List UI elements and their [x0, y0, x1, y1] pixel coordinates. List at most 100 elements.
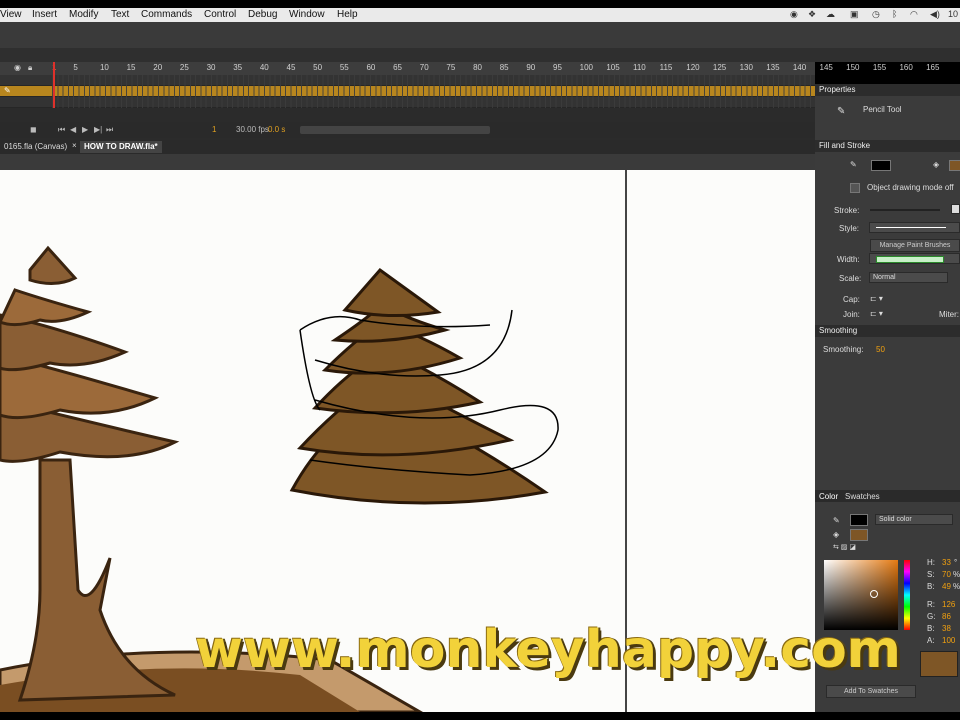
play-icon[interactable]: ▶	[82, 125, 88, 134]
frame-number[interactable]: 25	[180, 63, 189, 72]
frame-number[interactable]: 125	[713, 63, 726, 72]
fill-bucket-icon: ◈	[833, 530, 840, 539]
frame-number[interactable]: 115	[660, 63, 673, 72]
volume-icon[interactable]: ◀)	[930, 9, 940, 20]
frame-number[interactable]: 100	[580, 63, 593, 72]
menu-debug[interactable]: Debug	[248, 9, 277, 20]
picker-cursor[interactable]	[870, 590, 878, 598]
menu-control[interactable]: Control	[204, 9, 236, 20]
frame-number[interactable]: 145	[820, 63, 833, 72]
frame-number[interactable]: 45	[287, 63, 296, 72]
playhead[interactable]	[53, 62, 55, 108]
h-value[interactable]: 33	[942, 558, 951, 567]
menu-view[interactable]: View	[0, 9, 22, 20]
join-dropdown-icon[interactable]: ⊏ ▾	[870, 309, 883, 318]
frame-number[interactable]: 110	[633, 63, 646, 72]
blue-value[interactable]: 38	[942, 624, 951, 633]
color-fill-swatch[interactable]	[850, 529, 868, 541]
scale-dropdown[interactable]: Normal	[869, 272, 948, 283]
s-value[interactable]: 70	[942, 570, 951, 579]
section-smoothing[interactable]: Smoothing	[815, 325, 960, 337]
menu-text[interactable]: Text	[111, 9, 129, 20]
menu-modify[interactable]: Modify	[69, 9, 98, 20]
frame-number[interactable]: 160	[899, 63, 912, 72]
next-frame-icon[interactable]: ▶|	[94, 125, 102, 134]
first-frame-icon[interactable]: ⏮	[58, 125, 65, 135]
frame-number[interactable]: 5	[73, 63, 77, 72]
frame-number[interactable]: 120	[686, 63, 699, 72]
wifi-icon[interactable]: ◠	[910, 9, 918, 20]
fps-value[interactable]: 30.00 fps	[236, 125, 269, 134]
tab-canvas-doc[interactable]: 0165.fla (Canvas)	[0, 141, 71, 153]
frame-number[interactable]: 10	[100, 63, 109, 72]
g-value[interactable]: 86	[942, 612, 951, 621]
menu-help[interactable]: Help	[337, 9, 358, 20]
tab-how-to-draw[interactable]: HOW TO DRAW.fla*	[80, 141, 162, 153]
frame-number[interactable]: 85	[500, 63, 509, 72]
frame-number[interactable]: 155	[873, 63, 886, 72]
timeline-controls: ◼ ⏮ ◀ ▶ ▶| ⏭ 1 30.00 fps 0.0 s	[0, 122, 815, 138]
tab-swatches[interactable]: Swatches	[845, 492, 880, 501]
alpha-value[interactable]: 100	[942, 636, 955, 645]
swap-colors-icon[interactable]: ⇆ ▨ ◪	[833, 543, 856, 551]
frame-ruler[interactable]: ◉ 🔒︎ 15101520253035404550556065707580859…	[0, 62, 939, 76]
properties-header[interactable]: Properties	[815, 84, 960, 96]
frame-number[interactable]: 65	[393, 63, 402, 72]
width-dropdown[interactable]	[869, 253, 960, 264]
frame-grid[interactable]	[52, 75, 815, 108]
frame-number[interactable]: 50	[313, 63, 322, 72]
time-machine-icon[interactable]: ◷	[872, 9, 880, 20]
section-fill-stroke[interactable]: Fill and Stroke	[815, 140, 960, 152]
menu-commands[interactable]: Commands	[141, 9, 192, 20]
r-value[interactable]: 126	[942, 600, 955, 609]
timeline-scrollbar[interactable]	[300, 126, 490, 134]
cloud-icon[interactable]: ☁	[826, 9, 835, 20]
current-frame[interactable]: 1	[212, 125, 216, 134]
frame-number[interactable]: 75	[446, 63, 455, 72]
frame-number[interactable]: 105	[606, 63, 619, 72]
cap-label: Cap:	[843, 295, 860, 304]
b-value[interactable]: 49	[942, 582, 951, 591]
cap-dropdown-icon[interactable]: ⊏ ▾	[870, 294, 883, 303]
tab-color[interactable]: Color	[819, 492, 838, 501]
frame-number[interactable]: 35	[233, 63, 242, 72]
dropbox-icon[interactable]: ❖	[808, 9, 816, 20]
record-icon[interactable]: ◉	[790, 9, 798, 20]
manage-brushes-button[interactable]: Manage Paint Brushes	[870, 239, 960, 252]
bluetooth-icon[interactable]: ᛒ	[892, 9, 897, 19]
prev-frame-icon[interactable]: ◀	[70, 125, 76, 134]
frame-number[interactable]: 95	[553, 63, 562, 72]
frame-number[interactable]: 40	[260, 63, 269, 72]
menu-window[interactable]: Window	[289, 9, 325, 20]
smoothing-value[interactable]: 50	[876, 345, 885, 354]
frame-number[interactable]: 135	[766, 63, 779, 72]
close-icon[interactable]: ×	[72, 141, 77, 150]
time-value[interactable]: 0.0 s	[268, 125, 285, 134]
frame-number[interactable]: 165	[926, 63, 939, 72]
eye-icon[interactable]: ◉	[14, 63, 21, 72]
lock-icon[interactable]: 🔒︎	[28, 63, 32, 73]
frame-number[interactable]: 15	[127, 63, 136, 72]
frame-number[interactable]: 130	[740, 63, 753, 72]
color-stroke-swatch[interactable]	[850, 514, 868, 526]
center-frame-icon[interactable]: ◼	[30, 125, 37, 134]
stroke-color-swatch[interactable]	[871, 160, 891, 171]
frame-number[interactable]: 60	[366, 63, 375, 72]
frame-number[interactable]: 150	[846, 63, 859, 72]
stroke-slider[interactable]	[870, 209, 940, 211]
frame-number[interactable]: 80	[473, 63, 482, 72]
notification-icon[interactable]: ▣	[850, 9, 859, 20]
frame-number[interactable]: 55	[340, 63, 349, 72]
frame-number[interactable]: 90	[526, 63, 535, 72]
fill-color-swatch[interactable]	[949, 160, 960, 171]
fill-type-dropdown[interactable]: Solid color	[875, 514, 953, 525]
last-frame-icon[interactable]: ⏭	[106, 125, 113, 135]
stroke-value[interactable]	[951, 204, 960, 214]
frame-number[interactable]: 20	[153, 63, 162, 72]
style-dropdown[interactable]	[869, 222, 960, 233]
frame-number[interactable]: 30	[207, 63, 216, 72]
frame-number[interactable]: 140	[793, 63, 806, 72]
frame-number[interactable]: 70	[420, 63, 429, 72]
menu-insert[interactable]: Insert	[32, 9, 57, 20]
object-drawing-toggle[interactable]	[850, 183, 860, 193]
